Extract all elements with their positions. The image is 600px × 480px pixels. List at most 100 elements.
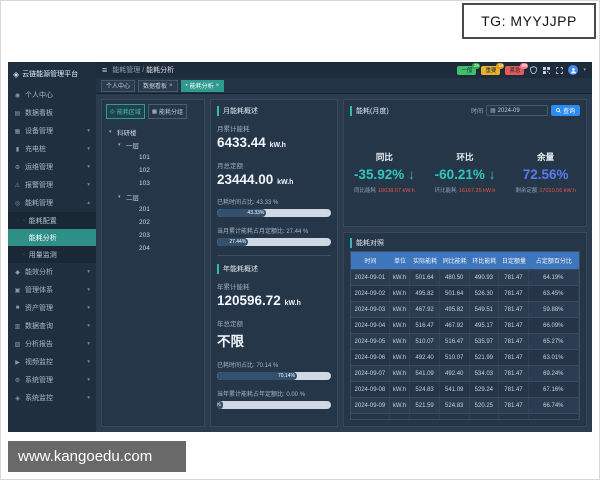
table-header-cell[interactable]: 同比能耗 [440, 252, 470, 269]
table-header-cell[interactable]: 日定额量 [499, 252, 529, 269]
breadcrumb-parent[interactable]: 能耗管理 [112, 67, 140, 74]
view-tab-dashboard[interactable]: 数据看板 × [138, 80, 178, 92]
tree-node[interactable]: 101 [104, 151, 202, 164]
menu-item-icon: ■ [14, 305, 21, 311]
sidebar-menu-item[interactable]: ▣ 管理体系 ▾ [8, 281, 96, 299]
content-area: ◎ 能耗区域 ▦ 能耗分组 ▾ 科研楼 [96, 94, 592, 432]
sidebar-menu-item[interactable]: ⚠ 报警管理 ▾ [8, 176, 96, 194]
tree-node[interactable]: ▾ 二层 [104, 190, 202, 203]
sidebar-menu-item[interactable]: ◉ 个人中心 [8, 86, 96, 104]
year-time-progress: 已耗时间占比: 70.14 % 70.14% [217, 360, 331, 380]
alarm-pill-urgent[interactable]: 紧急 99 [505, 66, 524, 75]
active-tab-dot: • [186, 83, 188, 89]
fullscreen-icon[interactable] [555, 66, 563, 74]
sidebar-menu-item[interactable]: ⚙ 运维管理 ▾ [8, 158, 96, 176]
cell-unit: kW.h [390, 317, 411, 333]
menu-item-label: 能效分析 [25, 267, 53, 277]
breadcrumb: 能耗管理 / 能耗分析 [112, 65, 174, 75]
table-row[interactable]: 2024-09-01 kW.h 501.64 480.50 490.93 781… [351, 269, 579, 285]
tree-node[interactable]: ▾ 科研楼 [104, 125, 202, 138]
tree-node[interactable]: 201 [104, 203, 202, 216]
stat-sub-value: 16167.25 kW.h [459, 188, 496, 194]
table-header-cell[interactable]: 时间 [351, 252, 390, 269]
user-avatar[interactable] [568, 65, 578, 75]
monthly-stats-card: 能耗(月度) 时间 ▦ 2024-09 查询 [343, 99, 587, 227]
table-header-cell[interactable]: 占定额百分比 [529, 252, 579, 269]
menu-item-icon: ▶ [14, 359, 21, 366]
sidebar-menu-item[interactable]: ▶ 视频监控 ▾ [8, 353, 96, 371]
chevron-icon: ▾ [87, 182, 90, 188]
sidebar-menu-item[interactable]: ▧ 分析报告 ▾ [8, 335, 96, 353]
cell-date: 2024-09-09 [351, 397, 390, 413]
sidebar-menu-item[interactable]: ◎ 能耗管理 ▴ [8, 194, 96, 212]
tree-node[interactable]: 204 [104, 242, 202, 255]
table-row[interactable]: 2024-09-02 kW.h 495.82 501.64 526.30 781… [351, 285, 579, 301]
table-row[interactable]: 2024-09-09 kW.h 521.59 524.83 520.25 781… [351, 397, 579, 413]
sidebar-fold-icon[interactable]: ≡ [102, 66, 107, 75]
table-header-cell[interactable]: 单位 [390, 252, 411, 269]
alarm-pill-normal[interactable]: 一般 26 [457, 66, 476, 75]
stat-remaining: 余量 72.56% 剩余定额17010.56 kW.h [515, 151, 576, 194]
sidebar-item-energy-config[interactable]: ◦ 能耗配置 [8, 212, 96, 229]
qr-code-icon[interactable] [542, 66, 550, 74]
table-row[interactable]: 2024-09-08 kW.h 524.83 541.09 529.24 781… [351, 381, 579, 397]
month-quota-progress: 当月累计能耗占月定额比: 27.44 % 27.44% [217, 226, 331, 246]
tree-caret-icon[interactable]: ▾ [109, 129, 114, 135]
sidebar-menu-item[interactable]: ▮ 充电桩 ▾ [8, 140, 96, 158]
close-icon[interactable]: × [216, 83, 220, 89]
tree-node[interactable]: ▾ 一层 [104, 138, 202, 151]
tree-node[interactable]: 103 [104, 177, 202, 190]
view-tab-energy-analysis[interactable]: • 能耗分析 × [181, 80, 225, 92]
cell-date: 2024-09-02 [351, 285, 390, 301]
cell-unit: kW.h [390, 301, 411, 317]
tab-energy-group[interactable]: ▦ 能耗分组 [148, 104, 187, 119]
close-icon[interactable]: × [169, 83, 173, 89]
sidebar-menu-item[interactable]: ■ 资产管理 ▾ [8, 299, 96, 317]
cell-actual: 467.92 [410, 301, 440, 317]
table-header-cell[interactable]: 环比能耗 [470, 252, 500, 269]
menu-item-icon: ◈ [14, 395, 21, 402]
table-row[interactable]: 2024-09-06 kW.h 492.40 510.07 521.99 781… [351, 349, 579, 365]
calendar-icon: ▦ [490, 107, 496, 114]
table-header-cell[interactable]: 实际能耗 [410, 252, 440, 269]
tree-node[interactable]: 202 [104, 216, 202, 229]
sidebar-menu-item[interactable]: ▦ 设备管理 ▾ [8, 122, 96, 140]
table-row[interactable]: 2024-09-10 kW.h 483.84 521.59 504.95 781… [351, 413, 579, 419]
chevron-icon: ▾ [87, 377, 90, 383]
sidebar-menu-item[interactable]: ▤ 数据看板 [8, 104, 96, 122]
tree-caret-icon[interactable]: ▾ [118, 142, 123, 148]
monthly-card-title: 能耗(月度) [350, 106, 389, 116]
avatar-caret-icon[interactable]: ▾ [583, 67, 586, 73]
tree-node[interactable]: 203 [104, 229, 202, 242]
sidebar-menu-item[interactable]: ◈ 系统监控 ▾ [8, 389, 96, 407]
submenu-item-icon: ◦ [23, 218, 25, 224]
sidebar-menu-item[interactable]: ◆ 能效分析 ▾ [8, 263, 96, 281]
tg-watermark-text: TG: MYYJJPP [481, 13, 577, 29]
progress-fill: 70.14% [217, 372, 297, 380]
cell-yoy: 541.09 [440, 381, 470, 397]
table-row[interactable]: 2024-09-03 kW.h 467.92 495.82 549.51 781… [351, 301, 579, 317]
sidebar-item-usage-monitor[interactable]: ◦ 用量监测 [8, 246, 96, 263]
view-tab-personal[interactable]: 个人中心 [101, 80, 135, 92]
month-picker-input[interactable]: ▦ 2024-09 [486, 105, 548, 116]
tree-node[interactable]: 102 [104, 164, 202, 177]
tree-node-label: 103 [139, 180, 150, 187]
sidebar-menu-item[interactable]: ⚙ 系统管理 ▾ [8, 371, 96, 389]
query-button[interactable]: 查询 [551, 105, 580, 116]
table-row[interactable]: 2024-09-05 kW.h 510.07 516.47 535.97 781… [351, 333, 579, 349]
shield-icon[interactable] [529, 66, 537, 74]
sidebar-item-energy-analysis[interactable]: ◦ 能耗分析 [8, 229, 96, 246]
cell-actual: 492.40 [410, 349, 440, 365]
tree-caret-icon[interactable]: ▾ [118, 194, 123, 200]
tab-energy-region[interactable]: ◎ 能耗区域 [106, 104, 145, 119]
stat-sub-label: 同比能耗 [354, 188, 376, 194]
stat-sub-label: 环比能耗 [435, 188, 457, 194]
cell-yoy: 521.59 [440, 413, 470, 419]
cell-actual: 541.09 [410, 365, 440, 381]
stat-sub-label: 剩余定额 [515, 188, 537, 194]
alarm-pill-important[interactable]: 重要 18 [481, 66, 500, 75]
sidebar-menu-item[interactable]: ▥ 数据查询 ▾ [8, 317, 96, 335]
menu-item-label: 系统管理 [25, 375, 53, 385]
table-row[interactable]: 2024-09-04 kW.h 516.47 467.92 495.17 781… [351, 317, 579, 333]
table-row[interactable]: 2024-09-07 kW.h 541.09 492.40 534.03 781… [351, 365, 579, 381]
